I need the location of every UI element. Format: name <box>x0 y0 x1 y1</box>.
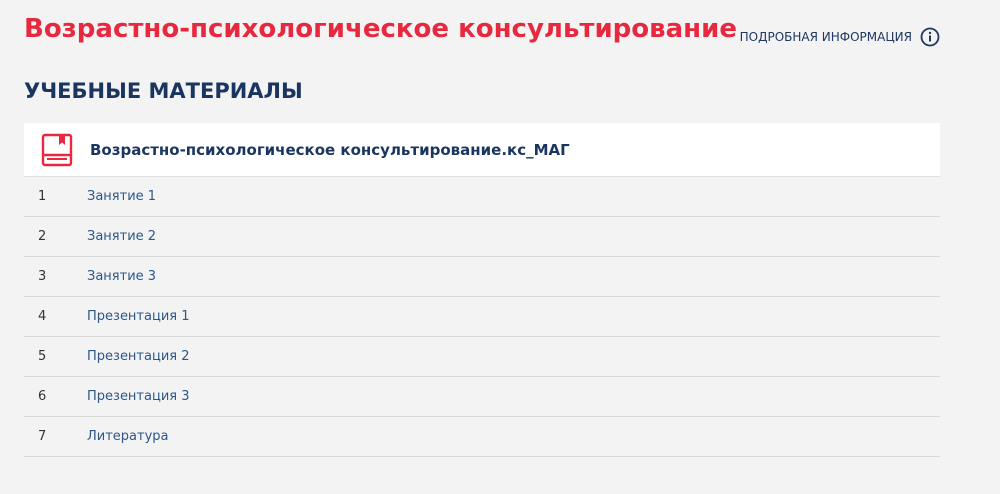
book-icon <box>41 133 73 167</box>
lesson-link[interactable]: Занятие 3 <box>87 269 156 284</box>
lesson-number: 4 <box>38 309 47 324</box>
lesson-link[interactable]: Презентация 1 <box>87 309 190 324</box>
list-item: 4 Презентация 1 <box>24 297 940 337</box>
info-circle-icon[interactable] <box>920 27 940 47</box>
list-item: 2 Занятие 2 <box>24 217 940 257</box>
lesson-number: 3 <box>38 269 47 284</box>
lesson-link[interactable]: Занятие 2 <box>87 229 156 244</box>
material-header[interactable]: Возрастно-психологическое консультирован… <box>24 123 940 177</box>
list-item: 1 Занятие 1 <box>24 177 940 217</box>
lesson-link[interactable]: Презентация 3 <box>87 389 190 404</box>
info-link[interactable]: ПОДРОБНАЯ ИНФОРМАЦИЯ <box>740 27 940 47</box>
lesson-link[interactable]: Презентация 2 <box>87 349 190 364</box>
materials-panel: Возрастно-психологическое консультирован… <box>24 123 940 457</box>
lesson-number: 6 <box>38 389 47 404</box>
lesson-number: 7 <box>38 429 47 444</box>
lesson-link[interactable]: Литература <box>87 429 169 444</box>
list-item: 7 Литература <box>24 417 940 457</box>
info-link-label: ПОДРОБНАЯ ИНФОРМАЦИЯ <box>739 30 912 44</box>
page: Возрастно-психологическое консультирован… <box>0 0 1000 494</box>
lesson-list: 1 Занятие 1 2 Занятие 2 3 Занятие 3 4 Пр… <box>24 177 940 457</box>
list-item: 5 Презентация 2 <box>24 337 940 377</box>
lesson-number: 2 <box>38 229 47 244</box>
lesson-link[interactable]: Занятие 1 <box>87 189 156 204</box>
lesson-number: 5 <box>38 349 47 364</box>
material-name[interactable]: Возрастно-психологическое консультирован… <box>90 141 570 159</box>
list-item: 3 Занятие 3 <box>24 257 940 297</box>
course-title: Возрастно-психологическое консультирован… <box>24 14 737 44</box>
section-heading: УЧЕБНЫЕ МАТЕРИАЛЫ <box>24 79 303 103</box>
lesson-number: 1 <box>38 189 47 204</box>
list-item: 6 Презентация 3 <box>24 377 940 417</box>
